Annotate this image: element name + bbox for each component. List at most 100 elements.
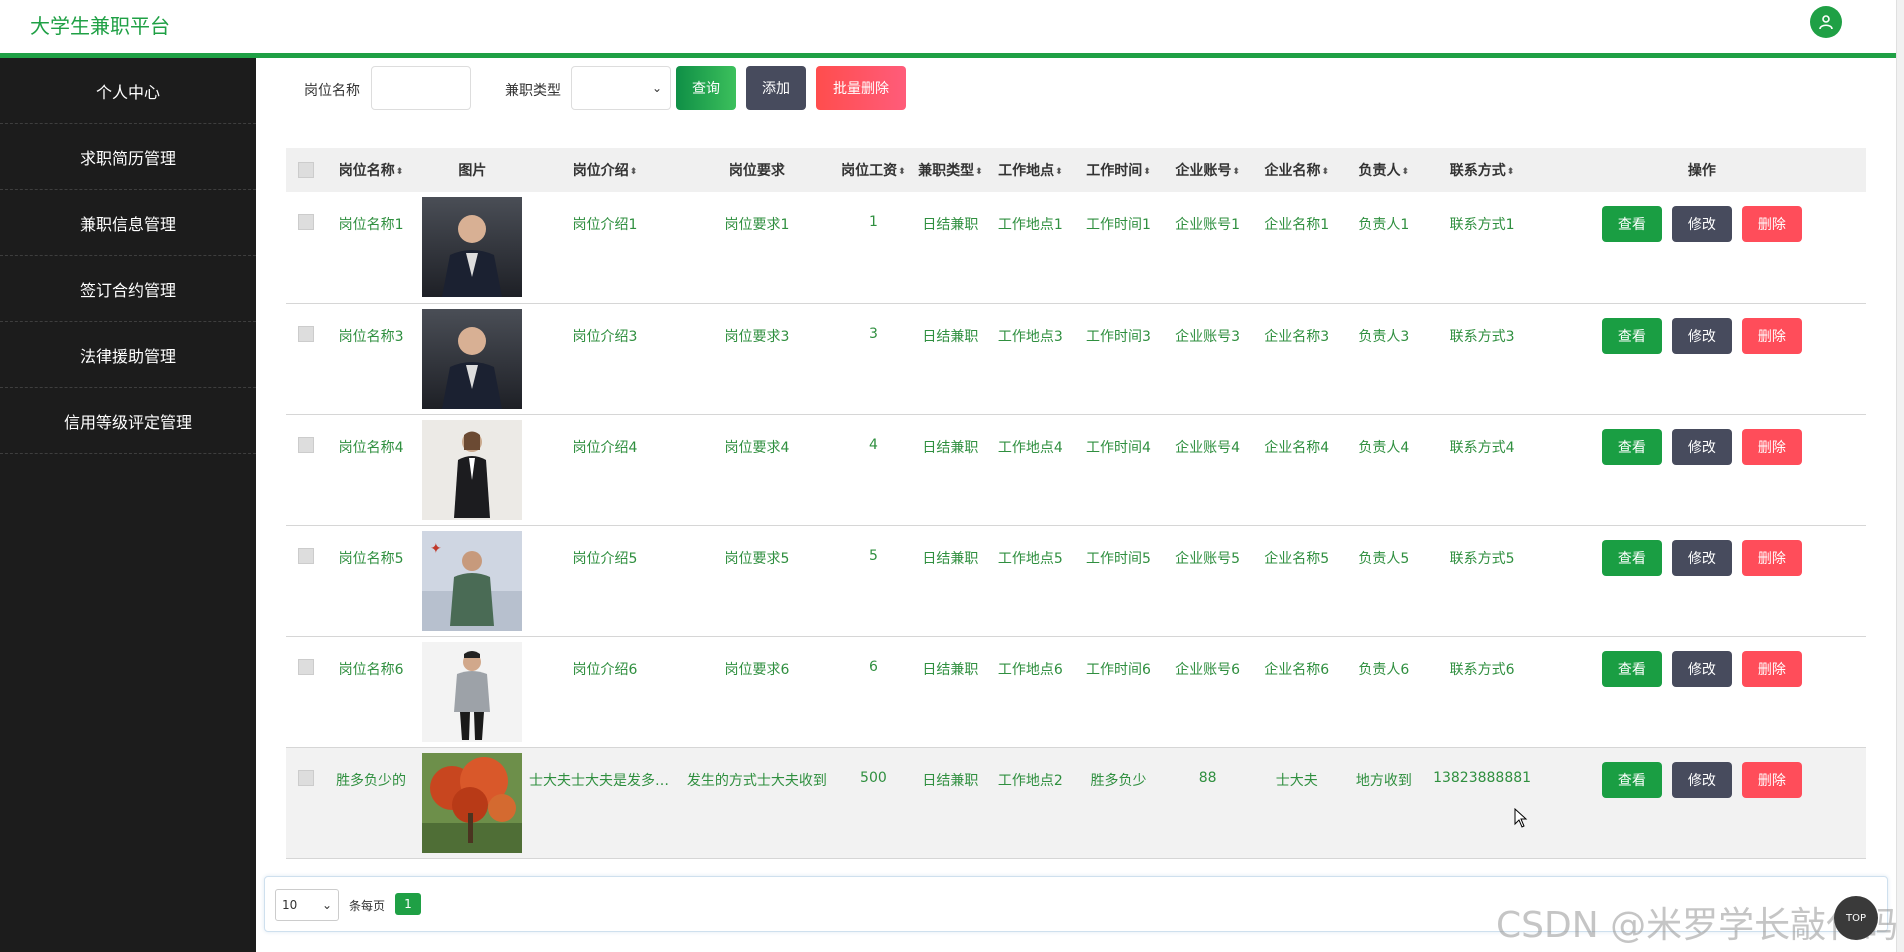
cell-salary: 4 [868,436,878,453]
select-all-checkbox[interactable] [298,162,315,178]
page-number-current[interactable]: 1 [395,893,421,915]
job-thumbnail[interactable] [422,197,523,297]
th-owner[interactable]: 负责人⬍ [1341,148,1426,192]
th-name[interactable]: 岗位名称⬍ [327,148,416,192]
page-scrollbar[interactable] [1896,0,1904,952]
job-name-input[interactable] [371,66,471,110]
edit-button[interactable]: 修改 [1671,650,1732,687]
th-company[interactable]: 企业名称⬍ [1252,148,1341,192]
row-checkbox[interactable] [298,325,315,342]
row-checkbox[interactable] [298,214,315,230]
cell-location: 工作地点2 [997,772,1063,789]
user-icon[interactable] [1810,6,1842,38]
query-button[interactable]: 查询 [676,66,736,110]
cell-contact: 联系方式5 [1449,550,1515,567]
sidebar-item-resume[interactable]: 求职简历管理 [0,124,256,190]
sidebar-item-contract[interactable]: 签订合约管理 [0,256,256,322]
cell-salary: 1 [868,214,878,230]
job-type-select[interactable]: ⌄ [571,66,671,110]
cell-requirement: 发生的方式士大夫收到 [686,772,827,789]
job-type-label: 兼职类型 [505,83,561,99]
th-actions: 操作 [1687,163,1716,179]
cell-image: ✦ [416,525,529,636]
back-to-top-button[interactable]: TOP [1834,896,1878,940]
th-time[interactable]: 工作时间⬍ [1074,148,1163,192]
filter-bar: 岗位名称 兼职类型 ⌄ 查询 添加 批量删除 [256,66,1896,112]
edit-button[interactable]: 修改 [1671,761,1732,798]
job-thumbnail[interactable]: ✦ [422,530,523,631]
cell-requirement: 岗位要求3 [724,328,790,345]
cell-time: 工作时间6 [1086,661,1151,678]
th-intro[interactable]: 岗位介绍⬍ [529,148,681,192]
row-checkbox[interactable] [298,769,315,786]
cell-location: 工作地点3 [997,328,1063,345]
table-row: 岗位名称5 ✦ 岗位介绍5 岗位要求5 5 日结兼职 工作地点5 工作时间5 企业账号5 企业名称… [286,525,1866,636]
delete-button[interactable]: 删除 [1741,650,1802,687]
row-checkbox[interactable] [298,658,315,675]
row-checkbox[interactable] [298,547,315,564]
page-size-select[interactable]: 10 ⌄ [275,889,339,921]
sidebar-item-personal-center[interactable]: 个人中心 [0,58,256,124]
view-button[interactable]: 查看 [1601,650,1662,687]
delete-button[interactable]: 删除 [1741,206,1802,242]
cell-intro: 岗位介绍6 [572,661,638,678]
th-account[interactable]: 企业账号⬍ [1163,148,1252,192]
edit-button[interactable]: 修改 [1671,317,1732,354]
view-button[interactable]: 查看 [1601,761,1662,798]
cell-contact: 联系方式3 [1449,328,1515,345]
site-title[interactable]: 大学生兼职平台 [30,10,170,39]
job-thumbnail[interactable] [422,419,523,520]
sidebar-item-parttime-info[interactable]: 兼职信息管理 [0,190,256,256]
view-button[interactable]: 查看 [1601,317,1662,354]
edit-button[interactable]: 修改 [1671,206,1732,242]
cell-requirement: 岗位要求5 [724,550,790,567]
row-checkbox[interactable] [298,436,315,453]
sort-icon: ⬍ [1506,167,1515,177]
sidebar-item-legal-aid[interactable]: 法律援助管理 [0,322,256,388]
view-button[interactable]: 查看 [1601,428,1662,465]
edit-button[interactable]: 修改 [1671,539,1732,576]
cell-requirement: 岗位要求4 [724,439,790,456]
sidebar: 个人中心 求职简历管理 兼职信息管理 签订合约管理 法律援助管理 信用等级评定管… [0,58,256,952]
th-location[interactable]: 工作地点⬍ [987,148,1074,192]
view-button[interactable]: 查看 [1601,206,1662,242]
sidebar-item-credit-rating[interactable]: 信用等级评定管理 [0,388,256,454]
sort-icon: ⬍ [395,167,404,177]
chevron-down-icon: ⌄ [651,81,662,95]
delete-button[interactable]: 删除 [1741,761,1802,798]
svg-text:✦: ✦ [430,541,442,557]
cell-time: 工作时间3 [1086,328,1151,345]
cell-salary: 5 [868,547,878,564]
sort-icon: ⬍ [1232,167,1240,177]
jobs-table: 岗位名称⬍ 图片 岗位介绍⬍ 岗位要求 岗位工资⬍ 兼职类型⬍ 工作地点⬍ 工作… [286,148,1866,859]
cell-time: 工作时间4 [1086,439,1151,456]
table-header-row: 岗位名称⬍ 图片 岗位介绍⬍ 岗位要求 岗位工资⬍ 兼职类型⬍ 工作地点⬍ 工作… [286,148,1866,192]
add-button[interactable]: 添加 [746,66,806,110]
cell-time: 胜多负少 [1090,772,1147,789]
job-thumbnail[interactable] [422,752,523,853]
job-thumbnail[interactable] [422,641,523,742]
th-salary[interactable]: 岗位工资⬍ [833,148,914,192]
delete-button[interactable]: 删除 [1741,539,1802,576]
batch-delete-button[interactable]: 批量删除 [816,66,906,110]
delete-button[interactable]: 删除 [1741,317,1802,354]
view-button[interactable]: 查看 [1601,539,1662,576]
cell-contact: 13823888881 [1433,769,1532,786]
cell-company: 企业名称6 [1264,661,1330,678]
cell-intro: 岗位介绍3 [572,328,638,345]
th-type[interactable]: 兼职类型⬍ [914,148,987,192]
th-contact[interactable]: 联系方式⬍ [1426,148,1537,192]
cell-image [416,636,529,747]
cell-type: 日结兼职 [922,550,979,567]
cell-account: 企业账号3 [1175,328,1241,345]
sort-icon: ⬍ [898,167,906,177]
cell-name: 岗位名称1 [338,217,404,233]
cell-location: 工作地点5 [997,550,1063,567]
job-name-label: 岗位名称 [304,83,360,99]
job-thumbnail[interactable] [422,308,523,409]
cell-company: 士大夫 [1275,772,1318,789]
sort-icon: ⬍ [1055,167,1063,177]
edit-button[interactable]: 修改 [1671,428,1732,465]
delete-button[interactable]: 删除 [1741,428,1802,465]
cell-image [416,747,529,858]
